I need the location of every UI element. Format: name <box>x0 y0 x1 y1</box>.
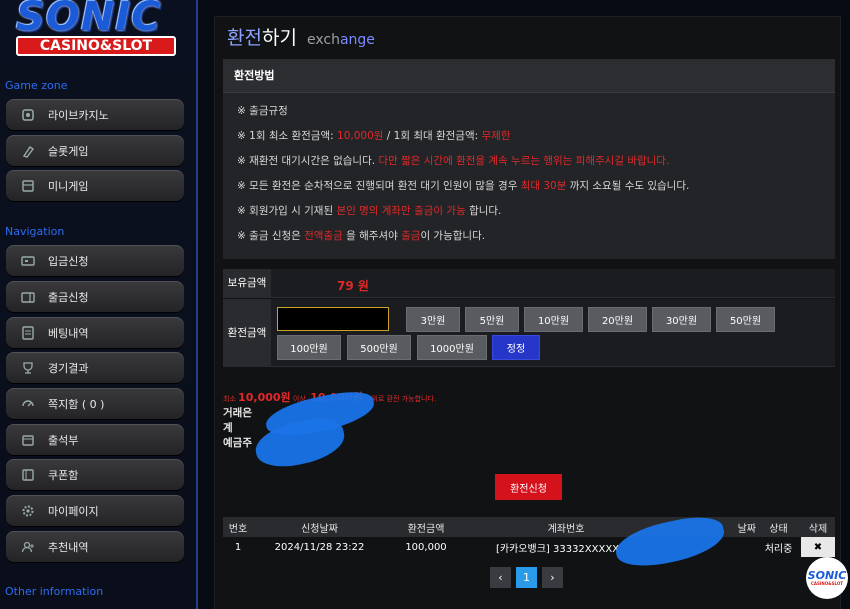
section-title-other: Other information <box>5 585 104 598</box>
amount-input[interactable] <box>277 307 389 331</box>
section-title-game-zone: Game zone <box>5 79 68 92</box>
sidebar-item-label: 라이브카지노 <box>48 108 109 122</box>
info-line: ※ 모든 환전은 순차적으로 진행되며 환전 대기 인원이 많을 경우 최대 3… <box>237 180 690 192</box>
info-line: ※ 1회 최소 환전금액: 10,000원 / 1회 최대 환전금액: 무제한 <box>237 130 511 142</box>
sidebar-item-coupons[interactable]: 쿠폰함 <box>6 459 184 490</box>
referral-icon <box>20 539 36 555</box>
main-panel: 환전하기 exchange 환전방법 ※ 출금규정 ※ 1회 최소 환전금액: … <box>214 16 841 609</box>
column-header: 상태 <box>756 517 801 537</box>
sidebar: SONIC CASINO&SLOT Game zone 라이브카지노 슬롯게임 … <box>0 0 198 609</box>
sidebar-item-label: 쿠폰함 <box>48 468 79 482</box>
deposit-icon <box>20 253 36 269</box>
amount-button-30k[interactable]: 3만원 <box>406 307 460 332</box>
balance-value: 79 원 <box>337 279 369 293</box>
amount-button-500k[interactable]: 50만원 <box>716 307 775 332</box>
cell-date: 2024/11/28 23:22 <box>274 541 365 553</box>
account-label: 계 <box>223 422 233 434</box>
reset-amount-button[interactable]: 정정 <box>492 335 540 360</box>
sidebar-item-mypage[interactable]: 마이페이지 <box>6 495 184 526</box>
submit-exchange-button[interactable]: 환전신청 <box>495 474 562 500</box>
mini-game-icon <box>20 178 36 194</box>
sidebar-item-deposit[interactable]: 입금신청 <box>6 245 184 276</box>
cell-amount: 100,000 <box>405 541 447 553</box>
balance-row: 79 원 <box>271 269 835 298</box>
table-row: 1 2024/11/28 23:22 100,000 [카카오뱅크] 33332… <box>223 537 835 557</box>
info-line: ※ 재환전 대기시간은 없습니다. 다만 짧은 시간에 환전을 계속 누르는 행… <box>237 155 670 167</box>
brand-sub: CASINO&SLOT <box>16 36 176 56</box>
amount-button-50k[interactable]: 5만원 <box>465 307 519 332</box>
holder-label: 예금주 <box>223 437 252 449</box>
sidebar-item-label: 출금신청 <box>48 290 89 304</box>
column-header: 환전금액 <box>386 517 466 537</box>
withdraw-icon <box>20 289 36 305</box>
settings-icon <box>20 503 36 519</box>
sidebar-item-label: 입금신청 <box>48 254 89 268</box>
sidebar-item-betting-history[interactable]: 베팅내역 <box>6 317 184 348</box>
sidebar-item-label: 추천내역 <box>48 540 89 554</box>
sidebar-item-live-casino[interactable]: 라이브카지노 <box>6 99 184 130</box>
sidebar-item-label: 출석부 <box>48 433 79 447</box>
sidebar-item-label: 쪽지함 ( 0 ) <box>48 397 105 411</box>
column-header: 번호 <box>223 517 253 537</box>
column-header: 삭제 <box>801 517 835 537</box>
floating-logo[interactable]: SONIC CASINO&SLOT <box>806 557 848 599</box>
table-header-row: 번호 신청날짜 환전금액 계좌번호 날짜 상태 삭제 <box>223 517 835 537</box>
amount-button-200k[interactable]: 20만원 <box>588 307 647 332</box>
betting-history-icon <box>20 325 36 341</box>
amount-button-300k[interactable]: 30만원 <box>652 307 711 332</box>
sidebar-item-messages[interactable]: 쪽지함 ( 0 ) <box>6 388 184 419</box>
sidebar-item-withdraw[interactable]: 출금신청 <box>6 281 184 312</box>
sidebar-item-label: 베팅내역 <box>48 326 89 340</box>
info-header: 환전방법 <box>223 59 835 93</box>
attendance-icon <box>20 432 36 448</box>
sidebar-item-attendance[interactable]: 출석부 <box>6 424 184 455</box>
cell-no: 1 <box>234 541 242 553</box>
message-icon <box>20 396 36 412</box>
amount-button-1m[interactable]: 100만원 <box>277 335 341 360</box>
sidebar-item-label: 미니게임 <box>48 179 89 193</box>
sidebar-item-label: 슬롯게임 <box>48 144 89 158</box>
brand-logo[interactable]: SONIC CASINO&SLOT <box>6 0 186 62</box>
amount-button-5m[interactable]: 500만원 <box>347 335 411 360</box>
exchange-info-box: 환전방법 ※ 출금규정 ※ 1회 최소 환전금액: 10,000원 / 1회 최… <box>223 59 835 259</box>
casino-chip-icon <box>20 107 36 123</box>
cell-status: 처리중 <box>764 543 793 555</box>
amount-label: 환전금액 <box>223 299 271 367</box>
delete-button[interactable]: ✖ <box>801 537 835 557</box>
coupon-icon <box>20 467 36 483</box>
sidebar-item-label: 마이페이지 <box>48 504 99 518</box>
prev-page-button[interactable]: ‹ <box>490 567 511 588</box>
sidebar-item-results[interactable]: 경기결과 <box>6 352 184 383</box>
brand-name: SONIC <box>16 0 162 40</box>
page-title: 환전하기 exchange <box>227 27 375 49</box>
sidebar-item-slot[interactable]: 슬롯게임 <box>6 135 184 166</box>
amount-button-10m[interactable]: 1000만원 <box>417 335 487 360</box>
column-header: 신청날짜 <box>253 517 386 537</box>
info-line: ※ 출금규정 <box>237 105 288 117</box>
sidebar-item-label: 경기결과 <box>48 361 89 375</box>
sidebar-item-mini-game[interactable]: 미니게임 <box>6 170 184 201</box>
section-title-navigation: Navigation <box>5 225 65 238</box>
sidebar-item-referral[interactable]: 추천내역 <box>6 531 184 562</box>
info-line: ※ 출금 신청은 전액출금 을 해주셔야 출금이 가능합니다. <box>237 230 486 242</box>
next-page-button[interactable]: › <box>542 567 563 588</box>
slot-icon <box>20 143 36 159</box>
balance-label: 보유금액 <box>223 269 271 298</box>
page-button-current[interactable]: 1 <box>516 567 537 588</box>
bank-label: 거래은 <box>223 407 252 419</box>
exchange-history-table: 번호 신청날짜 환전금액 계좌번호 날짜 상태 삭제 1 2024/11/28 … <box>223 517 835 557</box>
info-line: ※ 회원가입 시 기재된 본인 명의 계좌만 출금이 가능 합니다. <box>237 205 502 217</box>
amount-button-100k[interactable]: 10만원 <box>524 307 583 332</box>
result-icon <box>20 360 36 376</box>
